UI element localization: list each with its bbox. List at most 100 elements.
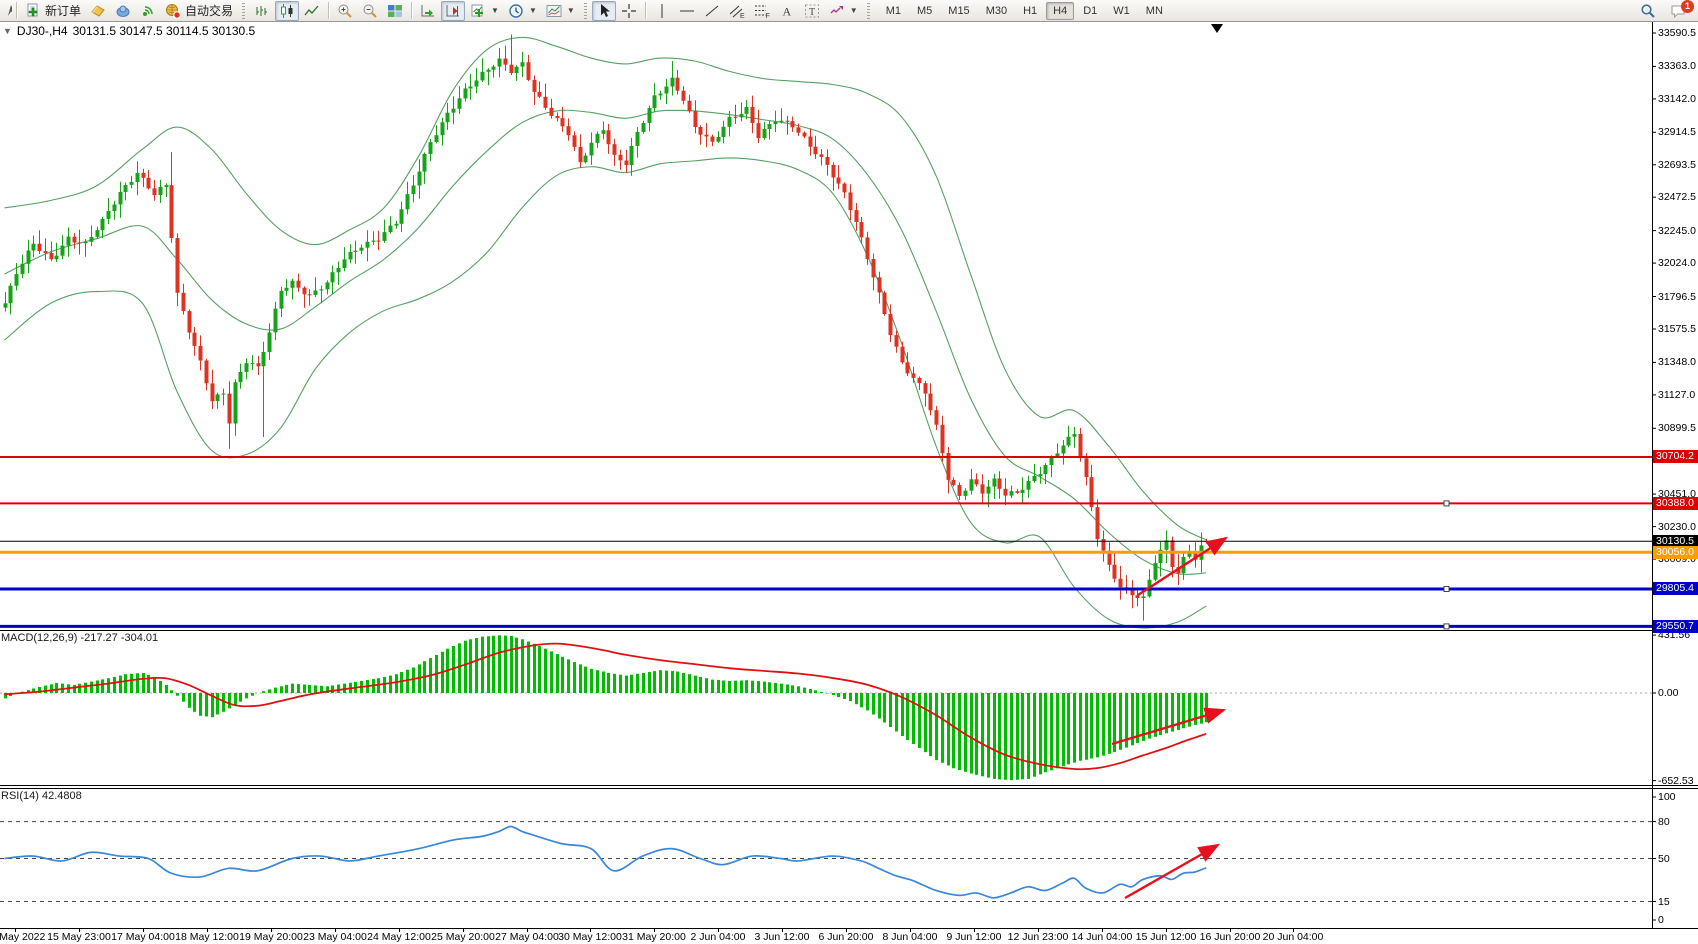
clock-icon	[508, 3, 524, 19]
timeframe-m5[interactable]: M5	[910, 2, 939, 20]
arrows-shapes-icon	[829, 3, 845, 19]
auto-scroll-button[interactable]	[416, 1, 440, 21]
price-chart-canvas[interactable]	[0, 0, 1698, 944]
line-chart-button[interactable]	[300, 1, 324, 21]
zoom-out-button[interactable]	[358, 1, 382, 21]
time-axis-label: 24 May 12:00	[367, 931, 431, 943]
toolbar: 新订单 自动交易 ▼ ▼ ▼ E F A T ▼ M1M5M15M30H1H4D…	[0, 0, 1698, 22]
chevron-down-icon: ▼	[529, 6, 537, 15]
price-tag-29550.7: 29550.7	[1653, 620, 1698, 633]
axis-tick-label: 0.00	[1658, 687, 1698, 699]
time-axis-label: 19 May 20:00	[239, 931, 303, 943]
axis-tick-label: 15	[1658, 896, 1698, 908]
time-axis-label: 25 May 20:00	[431, 931, 495, 943]
bollinger-middle-band	[5, 110, 1207, 574]
trend-arrow-3[interactable]	[1125, 845, 1218, 898]
time-axis-label: 8 Jun 04:00	[883, 931, 938, 943]
axis-tick-label: 31348.0	[1658, 356, 1698, 368]
zoom-in-button[interactable]	[333, 1, 357, 21]
chart-header: ▼ DJ30-,H4 30131.5 30147.5 30114.5 30130…	[3, 24, 255, 38]
time-axis-label: 15 May 23:00	[47, 931, 111, 943]
time-axis-label: 23 May 04:00	[303, 931, 367, 943]
community-button[interactable]	[111, 1, 135, 21]
vertical-line-button[interactable]	[650, 1, 674, 21]
time-axis-label: 2 Jun 04:00	[691, 931, 746, 943]
timeframe-h1[interactable]: H1	[1016, 2, 1044, 20]
mt4-trading-platform: { "toolbar": { "new_order_label": "新订单",…	[0, 0, 1698, 944]
line-handle[interactable]	[1444, 624, 1449, 629]
signal-icon	[140, 3, 156, 19]
clipped-toolbar-icon[interactable]	[2, 3, 12, 19]
axis-tick-label: 50	[1658, 853, 1698, 865]
zoom-in-icon	[337, 3, 353, 19]
timeframe-h4[interactable]: H4	[1046, 2, 1074, 20]
axis-tick-label: 31796.5	[1658, 291, 1698, 303]
chart-profile-button[interactable]	[86, 1, 110, 21]
bar-chart-button[interactable]	[250, 1, 274, 21]
periods-button[interactable]: ▼	[504, 1, 541, 21]
time-axis-label: 12 Jun 23:00	[1008, 931, 1069, 943]
macd-indicator-label: MACD(12,26,9) -217.27 -304.01	[1, 632, 158, 644]
text-label-button[interactable]: T	[800, 1, 824, 21]
trend-arrow-1[interactable]	[1138, 538, 1226, 595]
text-button[interactable]: A	[775, 1, 799, 21]
candlestick-chart-icon	[279, 3, 295, 19]
line-handle[interactable]	[1444, 501, 1449, 506]
tile-windows-button[interactable]	[383, 1, 407, 21]
axis-tick-label: 33590.5	[1658, 27, 1698, 39]
price-tag-30056.0: 30056.0	[1653, 546, 1698, 559]
symbol-label: DJ30-,H4	[17, 24, 68, 38]
trendline-button[interactable]	[700, 1, 724, 21]
zoom-out-icon	[362, 3, 378, 19]
new-order-button[interactable]: 新订单	[21, 1, 85, 21]
axis-tick-label: 31127.0	[1658, 389, 1698, 401]
cursor-button[interactable]	[592, 1, 616, 21]
horizontal-line-icon	[679, 3, 695, 19]
line-handle[interactable]	[1444, 587, 1449, 592]
time-axis-label: 30 May 12:00	[558, 931, 622, 943]
macd-signal-line	[5, 644, 1207, 770]
macd-layer	[0, 635, 1652, 780]
bollinger-lower-band	[5, 158, 1207, 628]
indicators-button[interactable]: ▼	[466, 1, 503, 21]
price-tag-30704.2: 30704.2	[1653, 450, 1698, 463]
toolbar-grip	[584, 3, 587, 19]
templates-button[interactable]: ▼	[542, 1, 579, 21]
timeframe-m15[interactable]: M15	[941, 2, 976, 20]
fibonacci-button[interactable]: F	[750, 1, 774, 21]
axis-tick-label: 30899.5	[1658, 422, 1698, 434]
rsi-indicator-label: RSI(14) 42.4808	[1, 790, 82, 802]
axis-tick-label: 0	[1658, 914, 1698, 926]
main-chart-layer	[4, 35, 1209, 629]
chevron-down-icon: ▼	[850, 6, 858, 15]
signals-button[interactable]	[136, 1, 160, 21]
toolbar-grip	[867, 3, 870, 19]
search-button[interactable]	[1636, 1, 1660, 21]
equidistant-channel-button[interactable]: E	[725, 1, 749, 21]
candlestick-chart-button[interactable]	[275, 1, 299, 21]
timeframe-w1[interactable]: W1	[1106, 2, 1137, 20]
bar-chart-icon	[254, 3, 270, 19]
one-click-trading-arrow[interactable]: ▼	[3, 26, 12, 36]
chart-shift-button[interactable]	[441, 1, 465, 21]
profile-icon	[90, 3, 106, 19]
crosshair-button[interactable]	[617, 1, 641, 21]
time-axis-label: 13 May 2022	[0, 931, 45, 943]
timeframe-m1[interactable]: M1	[879, 2, 908, 20]
notifications-button[interactable]: 1	[1666, 1, 1690, 21]
shapes-button[interactable]: ▼	[825, 1, 862, 21]
horizontal-line-button[interactable]	[675, 1, 699, 21]
bollinger-upper-band	[5, 37, 1207, 539]
rsi-layer	[0, 822, 1652, 902]
chart-shift-marker[interactable]	[1211, 24, 1223, 33]
timeframe-m30[interactable]: M30	[979, 2, 1014, 20]
chart-shift-icon	[445, 3, 461, 19]
auto-scroll-icon	[420, 3, 436, 19]
axis-tick-label: 32024.0	[1658, 257, 1698, 269]
time-axis-label: 14 Jun 04:00	[1072, 931, 1133, 943]
timeframe-d1[interactable]: D1	[1076, 2, 1104, 20]
cloud-icon	[115, 3, 131, 19]
channel-icon: E	[729, 3, 745, 19]
timeframe-mn[interactable]: MN	[1139, 2, 1170, 20]
auto-trading-button[interactable]: 自动交易	[161, 1, 237, 21]
